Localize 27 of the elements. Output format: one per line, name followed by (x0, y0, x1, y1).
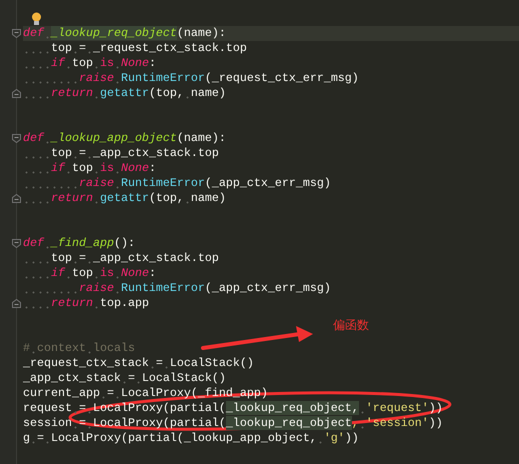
fold-collapse-icon[interactable] (12, 134, 21, 143)
code-line: return getattr(top, name) (23, 86, 519, 101)
code-line: if top is None: (23, 56, 519, 71)
code-line: g = LocalProxy(partial(_lookup_app_object, 'g')) (23, 431, 360, 446)
fold-collapse-icon[interactable] (12, 29, 21, 38)
code-line: return getattr(top, name) (23, 191, 519, 206)
code-line: _app_ctx_stack = LocalStack() (23, 371, 227, 386)
code-line: if top is None: (23, 266, 519, 281)
code-line: raise RuntimeError(_app_ctx_err_msg) (23, 176, 519, 191)
code-line: _request_ctx_stack = LocalStack() (23, 356, 255, 371)
code-line: # context locals (23, 341, 136, 356)
code-line: top = _app_ctx_stack.top (23, 146, 519, 161)
fold-end-icon[interactable] (12, 89, 21, 98)
code-line: if top is None: (23, 161, 519, 176)
code-line: return top.app (23, 296, 519, 311)
code-line: raise RuntimeError(_request_ctx_err_msg) (23, 71, 519, 86)
code-line: raise RuntimeError(_app_ctx_err_msg) (23, 281, 519, 296)
code-line: top = _request_ctx_stack.top (23, 41, 519, 56)
fold-collapse-icon[interactable] (12, 239, 21, 248)
code-line: def _find_app(): (23, 236, 136, 251)
code-line: def _lookup_app_object(name): (23, 131, 227, 146)
code-line: current_app = LocalProxy(_find_app) (23, 386, 269, 401)
code-line: top = _app_ctx_stack.top (23, 251, 519, 266)
fold-end-icon[interactable] (12, 194, 21, 203)
annotation-label: 偏函数 (333, 318, 369, 332)
fold-end-icon[interactable] (12, 299, 21, 308)
lightbulb-icon[interactable] (31, 12, 42, 26)
